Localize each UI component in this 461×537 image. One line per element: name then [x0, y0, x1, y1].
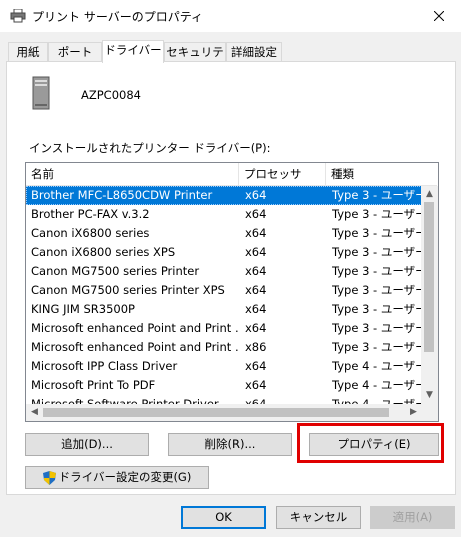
column-header-name[interactable]: 名前 [26, 163, 239, 185]
scroll-down-icon[interactable]: ▼ [421, 387, 438, 404]
tab-advanced[interactable]: 詳細設定 [226, 42, 282, 62]
driver-name-cell: Brother PC-FAX v.3.2 [31, 207, 150, 221]
table-row[interactable]: Brother PC-FAX v.3.2 x64 Type 3 - ユーザー モ [26, 205, 432, 224]
scroll-right-icon[interactable]: ▶ [405, 404, 422, 421]
change-driver-settings-label: ドライバー設定の変更(G) [58, 470, 192, 484]
driver-type-cell: Type 4 - ユーザー モ [332, 378, 432, 392]
tab-ports[interactable]: ポート [48, 42, 102, 62]
processor-cell: x64 [245, 321, 267, 335]
remove-button[interactable]: 削除(R)... [168, 433, 292, 456]
processor-cell: x64 [245, 226, 267, 240]
driver-name-cell: Canon MG7500 series Printer [31, 264, 200, 278]
processor-cell: x64 [245, 359, 267, 373]
scroll-up-icon[interactable]: ▲ [421, 186, 438, 203]
scroll-left-icon[interactable]: ◀ [26, 404, 43, 421]
driver-type-cell: Type 3 - ユーザー モ [332, 321, 432, 335]
processor-cell: x64 [245, 302, 267, 316]
driver-name-cell: KING JIM SR3500P [31, 302, 135, 316]
driver-name-cell: Brother MFC-L8650CDW Printer [31, 188, 213, 202]
table-row[interactable]: Canon iX6800 series x64 Type 3 - ユーザー モ [26, 224, 432, 243]
table-row[interactable]: Microsoft enhanced Point and Print ... x8… [26, 338, 432, 357]
driver-type-cell: Type 4 - ユーザー モ [332, 359, 432, 373]
installed-drivers-label: インストールされたプリンター ドライバー(P): [29, 141, 271, 155]
list-header: 名前 プロセッサ 種類 [26, 163, 437, 186]
table-row[interactable]: Microsoft Print To PDF x64 Type 4 - ユーザー モ [26, 376, 432, 395]
tab-drivers[interactable]: ドライバー [102, 40, 164, 63]
server-name: AZPC0084 [81, 88, 141, 102]
uac-shield-icon [42, 470, 56, 485]
column-header-processor[interactable]: プロセッサ [239, 163, 326, 185]
driver-name-cell: Canon MG7500 series Printer XPS [31, 283, 225, 297]
close-icon [434, 11, 444, 21]
print-server-icon [32, 76, 50, 110]
driver-name-cell: Canon iX6800 series XPS [31, 245, 176, 259]
table-row[interactable]: Microsoft enhanced Point and Print ... x6… [26, 319, 432, 338]
scroll-corner [421, 404, 438, 421]
processor-cell: x86 [245, 340, 267, 354]
driver-name-cell: Canon iX6800 series [31, 226, 150, 240]
printer-icon [10, 9, 26, 23]
cancel-button[interactable]: キャンセル [276, 506, 361, 529]
tab-paper[interactable]: 用紙 [8, 42, 48, 62]
table-row[interactable]: Canon MG7500 series Printer x64 Type 3 - ユ… [26, 262, 432, 281]
vertical-scroll-thumb[interactable] [424, 202, 434, 352]
driver-name-cell: Microsoft IPP Class Driver [31, 359, 178, 373]
list-rows: Brother MFC-L8650CDW Printer x64 Type 3 - … [26, 186, 432, 414]
driver-type-cell: Type 3 - ユーザー モ [332, 226, 432, 240]
drivers-list[interactable]: 名前 プロセッサ 種類 Brother MFC-L8650CDW Printer… [25, 162, 439, 422]
driver-type-cell: Type 3 - ユーザー モ [332, 340, 432, 354]
driver-type-cell: Type 3 - ユーザー モ [332, 188, 432, 202]
driver-type-cell: Type 3 - ユーザー モ [332, 302, 432, 316]
processor-cell: x64 [245, 378, 267, 392]
processor-cell: x64 [245, 264, 267, 278]
driver-name-cell: Microsoft Print To PDF [31, 378, 156, 392]
close-button[interactable] [417, 0, 461, 32]
change-driver-settings-button[interactable]: ドライバー設定の変更(G) [25, 466, 209, 489]
table-row[interactable]: Canon MG7500 series Printer XPS x64 Type 3… [26, 281, 432, 300]
ok-button[interactable]: OK [181, 506, 266, 529]
driver-type-cell: Type 3 - ユーザー モ [332, 207, 432, 221]
highlight-box [297, 423, 444, 463]
driver-type-cell: Type 3 - ユーザー モ [332, 245, 432, 259]
window-title: プリント サーバーのプロパティ [32, 10, 203, 24]
title-bar: プリント サーバーのプロパティ [0, 0, 461, 32]
horizontal-scroll-thumb[interactable] [43, 408, 389, 417]
driver-type-cell: Type 3 - ユーザー モ [332, 264, 432, 278]
processor-cell: x64 [245, 188, 267, 202]
apply-button[interactable]: 適用(A) [370, 506, 455, 529]
vertical-scrollbar[interactable]: ▲ ▼ [421, 186, 438, 404]
table-row[interactable]: Microsoft IPP Class Driver x64 Type 4 - ユー… [26, 357, 432, 376]
tab-security[interactable]: セキュリティ [164, 42, 226, 78]
add-button[interactable]: 追加(D)... [25, 433, 149, 456]
driver-name-cell: Microsoft enhanced Point and Print ... [31, 321, 239, 335]
driver-name-cell: Microsoft enhanced Point and Print ... [31, 340, 239, 354]
processor-cell: x64 [245, 207, 267, 221]
processor-cell: x64 [245, 245, 267, 259]
column-header-type[interactable]: 種類 [326, 163, 437, 185]
horizontal-scrollbar[interactable]: ◀ ▶ [26, 404, 422, 421]
processor-cell: x64 [245, 283, 267, 297]
table-row[interactable]: Brother MFC-L8650CDW Printer x64 Type 3 - … [26, 186, 432, 205]
driver-type-cell: Type 3 - ユーザー モ [332, 283, 432, 297]
table-row[interactable]: Canon iX6800 series XPS x64 Type 3 - ユーザー … [26, 243, 432, 262]
table-row[interactable]: KING JIM SR3500P x64 Type 3 - ユーザー モ [26, 300, 432, 319]
